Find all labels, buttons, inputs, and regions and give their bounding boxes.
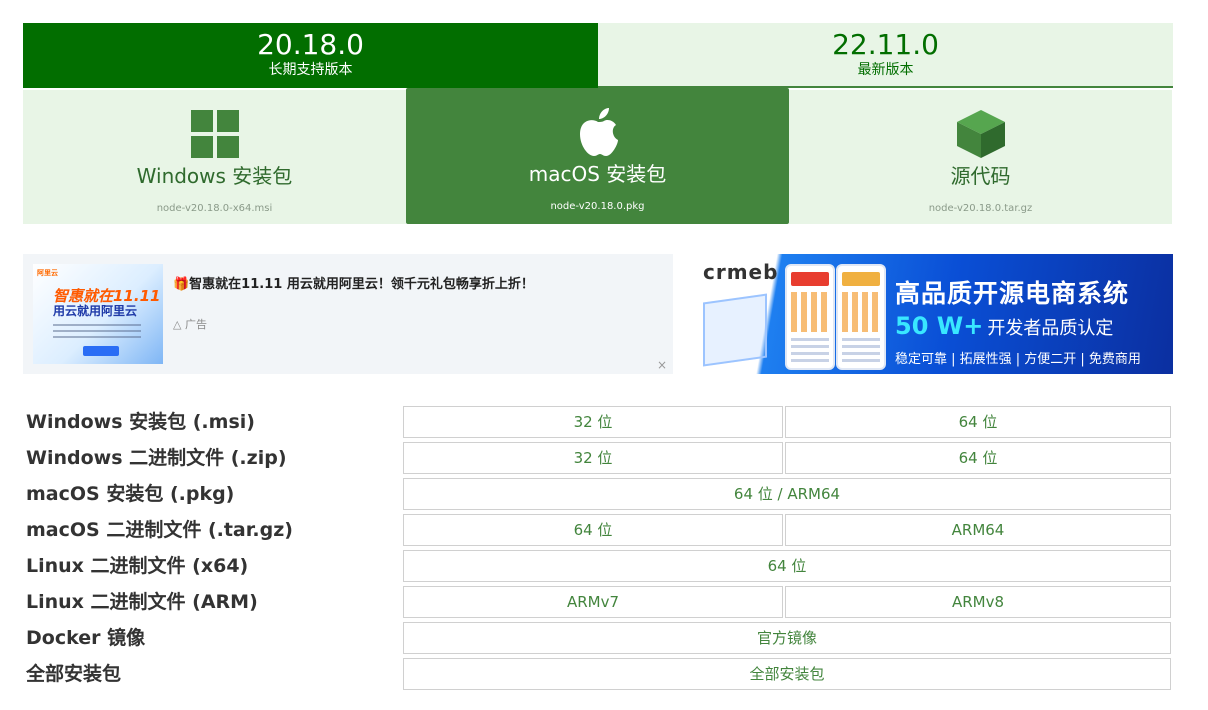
row-label: Linux 二进制文件 (x64) [26,555,249,577]
row-label: Windows 安装包 (.msi) [26,411,255,433]
current-version-number: 22.11.0 [832,28,939,61]
tab-lts-version[interactable]: 20.18.0 长期支持版本 [23,23,598,88]
phone-mockup-right [836,264,886,370]
download-link[interactable]: ARM64 [785,514,1171,546]
ad-label-text: 广告 [184,318,207,331]
ad-thumbnail-image[interactable]: 阿里云 智惠就在11.11 用云就用阿里云 [33,264,163,364]
row-label: macOS 二进制文件 (.tar.gz) [26,519,293,541]
phone-rows [842,338,880,362]
ad-close-icon[interactable]: × [657,358,667,372]
crmeb-ad-tagline: 稳定可靠 | 拓展性强 | 方便二开 | 免费商用 [895,352,1141,367]
download-link[interactable]: 官方镜像 [403,622,1171,654]
ad-thumb-button [83,346,119,356]
crmeb-ad-highlight: 50 W+ [895,312,984,340]
macos-installer-tile[interactable]: macOS 安装包 node-v20.18.0.pkg [406,88,789,224]
windows-installer-tile[interactable]: Windows 安装包 node-v20.18.0-x64.msi [23,90,406,224]
windows-icon [190,110,239,158]
download-link[interactable]: 64 位 [785,442,1171,474]
ad-title-link[interactable]: 🎁智惠就在11.11 用云就用阿里云！领千元礼包畅享折上折！ [173,273,534,292]
phone-dots [842,292,880,332]
download-link[interactable]: ARMv7 [403,586,783,618]
tab-current-version[interactable]: 22.11.0 最新版本 [598,23,1173,88]
phone-bar [842,272,880,286]
macos-installer-filename: node-v20.18.0.pkg [550,201,645,212]
crmeb-ad-title: 高品质开源电商系统 [895,279,1130,308]
ad-label: △ 广告 [173,316,207,332]
row-label: Linux 二进制文件 (ARM) [26,591,258,613]
row-label: Docker 镜像 [26,627,146,649]
crmeb-ad-banner[interactable]: crmeb 高品质开源电商系统 50 W+ 开发者品质认定 稳定可靠 | 拓展性强… [673,254,1173,374]
source-code-filename: node-v20.18.0.tar.gz [928,203,1033,214]
ad-thumb-headline: 智惠就在11.11 [53,287,161,305]
ad-thumb-headline2: 用云就用阿里云 [53,304,138,318]
download-link[interactable]: 32 位 [403,406,783,438]
phone-bar [791,272,829,286]
crmeb-ad-subtitle-row: 50 W+ 开发者品质认定 [895,312,1145,340]
row-label: 全部安装包 [26,663,122,685]
download-link[interactable]: ARMv8 [785,586,1171,618]
phone-mockup-left [785,264,835,370]
download-link[interactable]: 32 位 [403,442,783,474]
current-version-label: 最新版本 [857,62,914,78]
phone-rows [791,338,829,362]
lts-version-number: 20.18.0 [257,28,364,61]
crmeb-ad-subtitle: 开发者品质认定 [987,318,1114,339]
lts-version-label: 长期支持版本 [268,62,353,78]
ad-thumb-decoration [53,324,141,342]
source-code-tile[interactable]: 源代码 node-v20.18.0.tar.gz [789,90,1172,224]
download-link[interactable]: 64 位 [403,514,783,546]
ad-thumb-brand: 阿里云 [37,269,58,277]
row-label: Windows 二进制文件 (.zip) [26,447,287,469]
box-icon [956,110,1005,158]
source-code-title: 源代码 [950,164,1011,188]
phone-dots [791,292,829,332]
download-link[interactable]: 64 位 / ARM64 [403,478,1171,510]
apple-icon [579,108,618,156]
download-link[interactable]: 64 位 [785,406,1171,438]
ad-choice-icon: △ [173,318,182,331]
download-link[interactable]: 64 位 [403,550,1171,582]
windows-installer-filename: node-v20.18.0-x64.msi [156,203,273,214]
macos-installer-title: macOS 安装包 [528,162,667,186]
download-link[interactable]: 全部安装包 [403,658,1171,690]
windows-installer-title: Windows 安装包 [136,164,293,188]
crmeb-logo: crmeb [703,260,779,284]
cube-graphic [703,293,767,367]
row-label: macOS 安装包 (.pkg) [26,483,235,505]
aliyun-ad-banner[interactable]: 阿里云 智惠就在11.11 用云就用阿里云 🎁智惠就在11.11 用云就用阿里云… [23,254,673,374]
